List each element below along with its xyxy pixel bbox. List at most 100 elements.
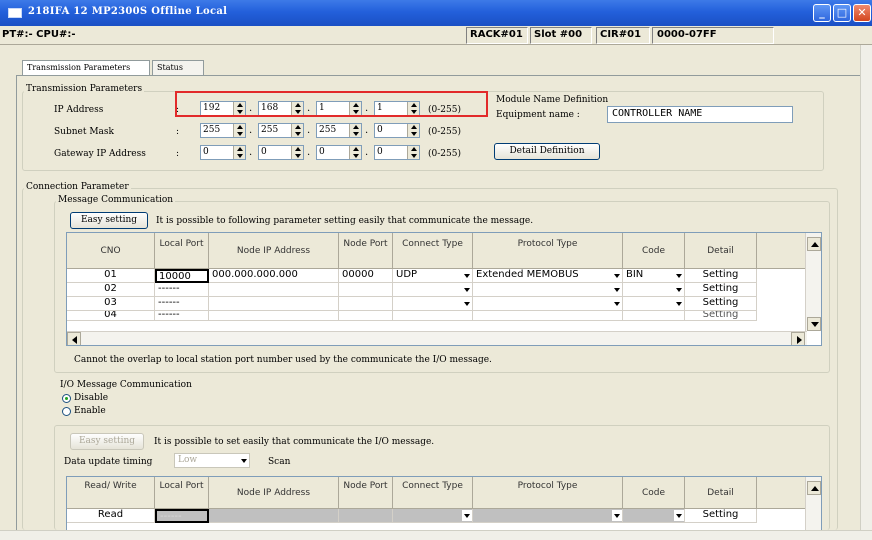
colon-sep: : — [176, 149, 180, 159]
maximize-button[interactable]: □ — [833, 4, 851, 22]
local-port-cell[interactable]: ------ — [155, 311, 209, 321]
minimize-button[interactable]: _ — [813, 4, 831, 22]
header-protocol-type: Protocol Type — [473, 233, 623, 269]
header-connect-type: Connect Type — [393, 233, 473, 269]
message-communication-label: Message Communication — [56, 195, 176, 205]
node-port-cell[interactable] — [339, 509, 393, 523]
code-cell[interactable]: BIN — [623, 269, 685, 283]
subnet-octet-1[interactable]: 255 — [200, 123, 246, 138]
header-local-port: Local Port — [155, 233, 209, 269]
node-ip-cell[interactable] — [209, 311, 339, 321]
radio-disable-label: Disable — [74, 393, 109, 403]
scroll-up-icon[interactable] — [807, 237, 821, 251]
title-bar: 218IFA 12 MP2300S Offline Local _ □ ✕ — [0, 0, 872, 26]
port-overlap-warning: Cannot the overlap to local station port… — [74, 355, 492, 365]
node-ip-cell[interactable] — [209, 509, 339, 523]
code-cell[interactable] — [623, 283, 685, 297]
subnet-range-label: (0-255) — [428, 127, 461, 137]
header-detail: Detail — [685, 477, 757, 509]
table-row[interactable]: 04 ------ Setting — [67, 311, 807, 321]
node-ip-cell[interactable] — [209, 297, 339, 311]
gateway-octet-4[interactable]: 0 — [374, 145, 420, 160]
message-grid-hscroll[interactable] — [67, 331, 807, 345]
scroll-left-icon[interactable] — [67, 332, 81, 345]
gateway-octet-2[interactable]: 0 — [258, 145, 304, 160]
radio-enable[interactable] — [62, 407, 71, 416]
node-port-cell[interactable] — [339, 297, 393, 311]
window-vertical-scrollbar[interactable] — [860, 45, 872, 530]
io-grid[interactable]: Read/ Write Local Port Node IP Address N… — [66, 476, 822, 530]
equipment-name-field[interactable]: CONTROLLER NAME — [607, 106, 793, 123]
connect-type-cell[interactable] — [393, 297, 473, 311]
local-port-cell[interactable]: 10000 — [155, 269, 209, 283]
local-port-cell[interactable]: ------ — [155, 283, 209, 297]
node-ip-cell[interactable]: 000.000.000.000 — [209, 269, 339, 283]
subnet-octet-2[interactable]: 255 — [258, 123, 304, 138]
node-ip-cell[interactable] — [209, 283, 339, 297]
table-row[interactable]: 01 10000 000.000.000.000 00000 UDP Exten… — [67, 269, 807, 283]
header-protocol-type: Protocol Type — [473, 477, 623, 509]
cno-cell: 02 — [67, 283, 155, 297]
subnet-octet-3[interactable]: 255 — [316, 123, 362, 138]
code-cell[interactable] — [623, 509, 685, 523]
table-row[interactable]: 03 ------ Setting — [67, 297, 807, 311]
io-grid-vscroll[interactable] — [805, 477, 821, 530]
cir-label: CIR#01 — [600, 29, 642, 40]
code-cell[interactable] — [623, 311, 685, 321]
tab-transmission-parameters[interactable]: Transmission Parameters — [22, 60, 150, 75]
window-horizontal-scrollbar[interactable] — [0, 530, 872, 540]
ip-address-label: IP Address — [54, 105, 104, 115]
node-port-cell[interactable] — [339, 283, 393, 297]
protocol-type-cell[interactable] — [473, 297, 623, 311]
register-range: 0000-07FF — [657, 29, 717, 40]
code-cell[interactable] — [623, 297, 685, 311]
chevron-down-icon — [674, 270, 684, 281]
gateway-label: Gateway IP Address — [54, 149, 146, 159]
subnet-mask-label: Subnet Mask — [54, 127, 114, 137]
scroll-right-icon[interactable] — [791, 332, 805, 345]
data-update-timing-label: Data update timing — [64, 457, 153, 467]
protocol-type-cell[interactable] — [473, 311, 623, 321]
protocol-type-cell[interactable] — [473, 283, 623, 297]
connect-type-cell[interactable] — [393, 509, 473, 523]
data-update-timing-select[interactable]: Low — [174, 453, 250, 468]
chevron-down-icon — [612, 284, 622, 295]
subnet-octet-4[interactable]: 0 — [374, 123, 420, 138]
connect-type-cell[interactable]: UDP — [393, 269, 473, 283]
scan-unit-label: Scan — [268, 457, 291, 467]
header-cno: CNO — [67, 233, 155, 269]
detail-setting-button[interactable]: Setting — [685, 311, 757, 321]
detail-setting-button[interactable]: Setting — [685, 269, 757, 283]
window-title: 218IFA 12 MP2300S Offline Local — [28, 6, 228, 17]
table-row[interactable]: Read ------ Setting — [67, 509, 807, 523]
tab-status[interactable]: Status — [152, 60, 204, 75]
local-port-cell[interactable]: ------ — [155, 297, 209, 311]
node-port-cell[interactable]: 00000 — [339, 269, 393, 283]
table-row[interactable]: 02 ------ Setting — [67, 283, 807, 297]
detail-setting-button[interactable]: Setting — [685, 509, 757, 523]
easy-setting-button[interactable]: Easy setting — [70, 212, 148, 229]
scroll-up-icon[interactable] — [807, 481, 821, 495]
io-easy-setting-button[interactable]: Easy setting — [70, 433, 144, 450]
detail-setting-button[interactable]: Setting — [685, 297, 757, 311]
scroll-down-icon[interactable] — [807, 317, 821, 331]
node-port-cell[interactable] — [339, 311, 393, 321]
gateway-octet-3[interactable]: 0 — [316, 145, 362, 160]
connect-type-cell[interactable] — [393, 311, 473, 321]
radio-disable[interactable] — [62, 394, 71, 403]
pt-cpu-label: PT#:- CPU#:- — [2, 29, 76, 40]
equipment-name-label: Equipment name : — [496, 110, 580, 120]
header-code: Code — [623, 477, 685, 509]
detail-setting-button[interactable]: Setting — [685, 283, 757, 297]
chevron-down-icon — [462, 298, 472, 309]
protocol-type-cell[interactable] — [473, 509, 623, 523]
message-grid-vscroll[interactable] — [805, 233, 821, 331]
local-port-cell[interactable]: ------ — [155, 509, 209, 523]
close-button[interactable]: ✕ — [853, 4, 871, 22]
detail-definition-button[interactable]: Detail Definition — [494, 143, 600, 160]
gateway-octet-1[interactable]: 0 — [200, 145, 246, 160]
message-grid[interactable]: CNO Local Port Node IP Address Node Port… — [66, 232, 822, 346]
protocol-type-cell[interactable]: Extended MEMOBUS — [473, 269, 623, 283]
connect-type-cell[interactable] — [393, 283, 473, 297]
chevron-down-icon — [612, 270, 622, 281]
